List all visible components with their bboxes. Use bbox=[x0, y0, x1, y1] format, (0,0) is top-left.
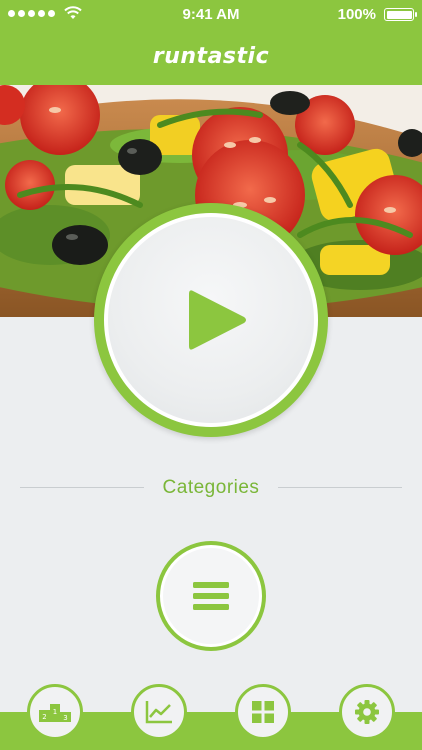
leaderboard-button[interactable]: 2 1 3 bbox=[27, 684, 83, 740]
status-bar: 9:41 AM 100% bbox=[0, 0, 422, 28]
svg-text:3: 3 bbox=[63, 714, 67, 722]
categories-label: Categories bbox=[162, 477, 260, 498]
svg-text:2: 2 bbox=[42, 713, 46, 721]
hamburger-menu-icon bbox=[193, 582, 229, 610]
app-logo: runtastic bbox=[152, 44, 270, 69]
podium-icon: 2 1 3 bbox=[39, 704, 71, 722]
app-header: 9:41 AM 100% runtastic bbox=[0, 0, 422, 85]
play-icon bbox=[189, 290, 246, 350]
battery-icon bbox=[384, 8, 417, 21]
grid-icon bbox=[252, 701, 274, 723]
gear-icon bbox=[355, 700, 379, 724]
categories-divider-right bbox=[278, 487, 402, 488]
start-workout-button[interactable] bbox=[94, 203, 328, 437]
battery-percentage: 100% bbox=[337, 6, 376, 23]
grid-button[interactable] bbox=[235, 684, 291, 740]
line-chart-icon bbox=[145, 701, 172, 724]
settings-button[interactable] bbox=[339, 684, 395, 740]
svg-text:1: 1 bbox=[53, 708, 57, 716]
play-button-face[interactable] bbox=[104, 213, 318, 427]
statistics-button[interactable] bbox=[131, 684, 187, 740]
categories-button[interactable] bbox=[156, 541, 266, 651]
